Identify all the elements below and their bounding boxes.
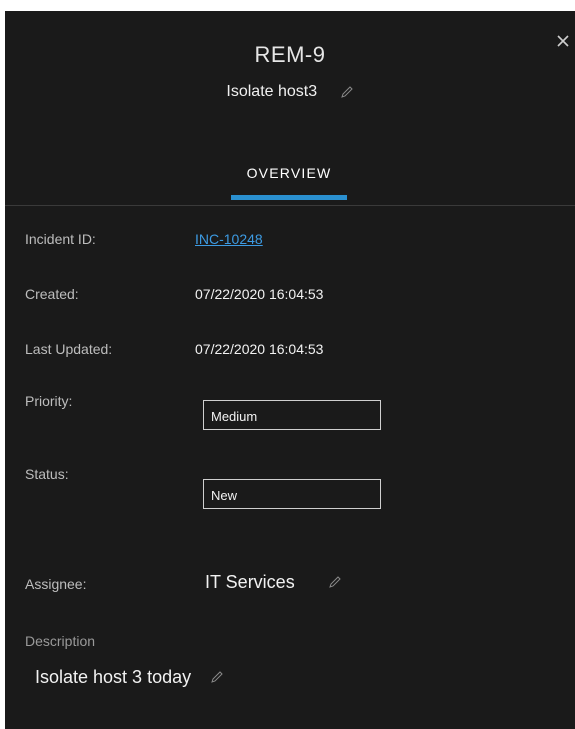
created-label: Created: [25,286,79,302]
description-value: Isolate host 3 today [35,666,192,687]
pencil-icon [340,86,353,98]
description-label: Description [25,633,96,649]
incident-id-label: Incident ID: [25,231,96,247]
assignee-row: IT Services [205,571,342,593]
title-row: Isolate host3 [5,83,575,101]
priority-select[interactable]: Medium [203,400,381,430]
incident-id-link[interactable]: INC-10248 [195,231,263,247]
status-select[interactable]: New [203,479,381,509]
last-updated-value: 07/22/2020 16:04:53 [195,341,324,357]
created-value: 07/22/2020 16:04:53 [195,286,324,302]
tab-bar: OVERVIEW [5,161,575,206]
status-label: Status: [25,466,69,482]
incident-id-value: INC-10248 [195,231,263,247]
edit-assignee-button[interactable] [328,575,342,589]
pencil-icon [211,671,223,684]
last-updated-label: Last Updated: [25,341,113,357]
assignee-value: IT Services [205,571,295,592]
priority-label: Priority: [25,393,73,409]
remediation-task-panel: REM-9 Isolate host3 OVERVIEW Incident ID… [5,11,575,729]
task-title: Isolate host3 [226,83,318,100]
edit-title-button[interactable] [340,85,354,99]
active-tab-indicator [231,195,347,200]
edit-description-button[interactable] [210,670,224,684]
description-row: Isolate host 3 today [35,666,224,688]
tab-overview[interactable]: OVERVIEW [231,165,347,181]
ticket-id: REM-9 [254,42,326,67]
assignee-label: Assignee: [25,576,87,592]
pencil-icon [328,576,341,589]
